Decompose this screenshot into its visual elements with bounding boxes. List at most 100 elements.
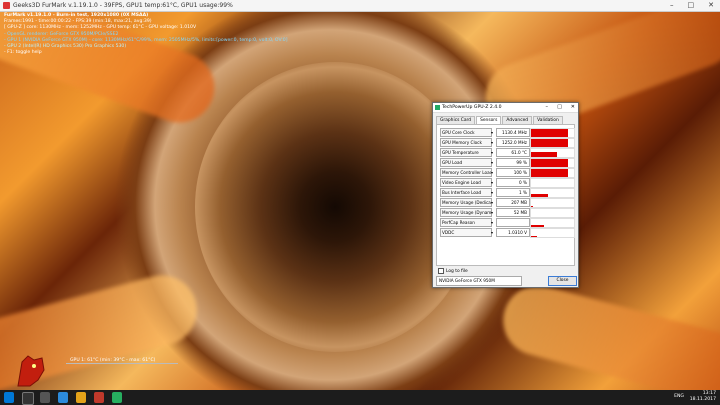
sensor-graph [530, 198, 575, 208]
sensor-dropdown-icon[interactable]: ▾ [491, 220, 493, 225]
sensor-label: Bus Interface Load [440, 188, 492, 197]
sensor-graph-fill [531, 224, 544, 227]
sensor-graph-fill [531, 235, 538, 237]
gpuz-close-window-button[interactable]: Close [548, 276, 577, 286]
sensor-graph [530, 178, 575, 188]
gpuz-minimize-button[interactable]: – [546, 104, 549, 110]
clock[interactable]: 13:17 18.11.2017 [690, 391, 716, 403]
sensor-dropdown-icon[interactable]: ▾ [491, 140, 493, 145]
sensor-graph-fill [531, 159, 568, 167]
sensor-row: Bus Interface Load ▾ 1 % [440, 188, 575, 198]
furmark-render-background [0, 0, 720, 405]
sensor-graph [530, 148, 575, 158]
sensor-graph-fill [531, 169, 568, 177]
sensor-row: VDDC ▾ 1.0310 V [440, 228, 575, 238]
sensor-row: GPU Memory Clock ▾ 1252.0 MHz [440, 138, 575, 148]
taskbar: ENG 13:17 18.11.2017 [0, 390, 720, 405]
gpuz-taskbar-icon[interactable] [112, 392, 122, 403]
gpuz-titlebar: TechPowerUp GPU-Z 2.4.0 – □ ✕ [433, 103, 578, 113]
sensor-row: Memory Controller Load ▾ 100 % [440, 168, 575, 178]
gpu-device-select[interactable]: NVIDIA GeForce GTX 950M [436, 276, 522, 286]
sensor-value: 0 % [496, 178, 530, 187]
sensor-graph-fill [531, 193, 549, 197]
sensor-label: GPU Load [440, 158, 492, 167]
sensor-dropdown-icon[interactable]: ▾ [491, 230, 493, 235]
task-view-icon[interactable] [40, 392, 50, 403]
sensor-label: GPU Core Clock [440, 128, 492, 137]
sensor-row: GPU Core Clock ▾ 1130.4 MHz [440, 128, 575, 138]
clock-date: 18.11.2017 [689, 397, 716, 402]
furmark-titlebar: Geeks3D FurMark v.1.19.1.0 - 39FPS, GPU1… [0, 0, 720, 12]
gpuz-maximize-button[interactable]: □ [557, 104, 562, 110]
close-button[interactable]: ✕ [708, 0, 714, 11]
log-to-file-label: Log to file [446, 268, 468, 274]
sensor-value: 1130.4 MHz [496, 128, 530, 137]
language-indicator[interactable]: ENG [674, 394, 684, 399]
gpu-temp-graph-line [66, 363, 178, 364]
furmark-app-icon [3, 2, 10, 9]
sensor-row: PerfCap Reason ▾ [440, 218, 575, 228]
sensor-dropdown-icon[interactable]: ▾ [491, 160, 493, 165]
sensor-dropdown-icon[interactable]: ▾ [491, 150, 493, 155]
minimize-button[interactable]: – [670, 0, 674, 11]
sensor-value: 1 % [496, 188, 530, 197]
sensor-label: Memory Usage (Dedicated) [440, 198, 492, 207]
tab-graphics-card[interactable]: Graphics Card [436, 116, 476, 124]
sensor-label: VDDC [440, 228, 492, 237]
window-title: Geeks3D FurMark v.1.19.1.0 - 39FPS, GPU1… [13, 2, 233, 9]
gpuz-title: TechPowerUp GPU-Z 2.4.0 [442, 105, 502, 110]
sensor-graph [530, 218, 575, 228]
sensor-dropdown-icon[interactable]: ▾ [491, 190, 493, 195]
sensor-dropdown-icon[interactable]: ▾ [491, 210, 493, 215]
sensor-value [496, 218, 530, 227]
sensor-label: GPU Memory Clock [440, 138, 492, 147]
sensor-graph [530, 158, 575, 168]
sensors-panel: GPU Core Clock ▾ 1130.4 MHz GPU Memory Cloc… [436, 124, 575, 266]
sensor-value: 100 % [496, 168, 530, 177]
sensor-row: Memory Usage (Dynamic) ▾ 52 MB [440, 208, 575, 218]
sensor-graph [530, 228, 575, 238]
sensor-label: PerfCap Reason [440, 218, 492, 227]
sensor-graph [530, 168, 575, 178]
sensor-dropdown-icon[interactable]: ▾ [491, 200, 493, 205]
tab-validation[interactable]: Validation [533, 116, 563, 124]
sensor-row: GPU Load ▾ 99 % [440, 158, 575, 168]
gpuz-app-icon [435, 105, 440, 110]
sensor-dropdown-icon[interactable]: ▾ [491, 180, 493, 185]
sensor-label: Video Engine Load [440, 178, 492, 187]
sensor-graph-fill [531, 129, 568, 137]
gpuz-close-button[interactable]: ✕ [571, 104, 575, 110]
tab-sensors[interactable]: Sensors [476, 116, 502, 124]
sensor-row: Video Engine Load ▾ 0 % [440, 178, 575, 188]
sensor-graph-fill [531, 205, 534, 207]
furmark-logo-icon [17, 355, 45, 387]
sensor-value: 1252.0 MHz [496, 138, 530, 147]
sensor-dropdown-icon[interactable]: ▾ [491, 170, 493, 175]
sensor-graph-fill [531, 139, 568, 147]
log-to-file-checkbox[interactable] [438, 268, 444, 274]
start-icon[interactable] [4, 392, 14, 403]
gpuz-tabs: Graphics Card Sensors Advanced Validatio… [436, 116, 564, 124]
sensor-graph-fill [531, 152, 557, 157]
sensor-label: Memory Usage (Dynamic) [440, 208, 492, 217]
tab-advanced[interactable]: Advanced [502, 116, 533, 124]
sensor-graph [530, 138, 575, 148]
sensor-row: Memory Usage (Dedicated)▾207 MB [440, 198, 575, 208]
sensor-value: 61.0 °C [496, 148, 530, 157]
log-to-file[interactable]: Log to file [438, 268, 468, 274]
sensor-value: 52 MB [496, 208, 530, 217]
sensor-graph [530, 208, 575, 218]
furmark-overlay-info: FurMark v1.19.1.0 - Burn-in test, 1920x1… [4, 13, 288, 56]
sensor-graph [530, 188, 575, 198]
sensor-dropdown-icon[interactable]: ▾ [491, 130, 493, 135]
search-icon[interactable] [22, 392, 34, 405]
furmark-taskbar-icon[interactable] [94, 392, 104, 403]
gpuz-window: TechPowerUp GPU-Z 2.4.0 – □ ✕ Graphics C… [432, 102, 579, 288]
file-explorer-icon[interactable] [76, 392, 86, 403]
maximize-button[interactable]: □ [688, 0, 695, 11]
sensor-value: 1.0310 V [496, 228, 530, 237]
sensor-value: 207 MB [496, 198, 530, 207]
sensor-label: Memory Controller Load [440, 168, 492, 177]
sensor-value: 99 % [496, 158, 530, 167]
edge-icon[interactable] [58, 392, 68, 403]
